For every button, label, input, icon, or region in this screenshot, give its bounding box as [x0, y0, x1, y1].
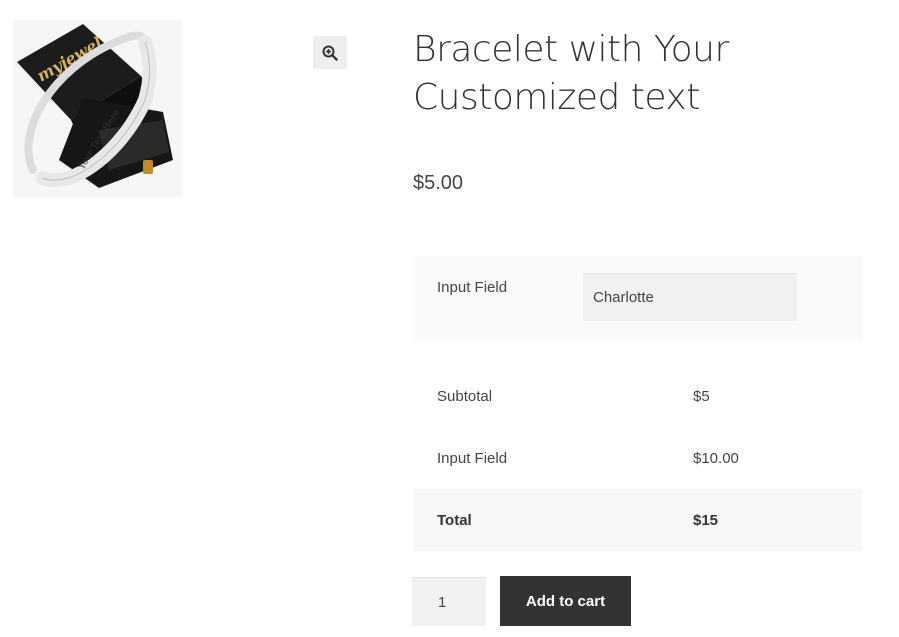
zoom-in-icon	[322, 45, 338, 61]
totals-row-addon: Input Field $10.00	[413, 427, 862, 489]
totals-value: $5	[693, 387, 710, 405]
totals-value: $10.00	[693, 449, 739, 467]
product-title: Bracelet with Your Customized text	[413, 29, 729, 118]
totals-label: Input Field	[437, 449, 508, 467]
addon-field-label: Input Field	[437, 279, 508, 296]
product-price: $5.00	[413, 172, 464, 194]
bracelet-box-illustration: myjewel Your Text Here	[13, 20, 182, 197]
price-totals-table: Subtotal $5 Input Field $10.00 Total $15	[413, 365, 862, 551]
totals-row-total: Total $15	[413, 489, 862, 551]
quantity-input[interactable]	[412, 577, 486, 626]
totals-label: Total	[437, 511, 472, 529]
totals-row-subtotal: Subtotal $5	[413, 365, 862, 427]
totals-value: $15	[693, 511, 719, 529]
product-image[interactable]: myjewel Your Text Here	[13, 20, 182, 197]
zoom-button[interactable]	[313, 36, 347, 69]
add-to-cart-button[interactable]: Add to cart	[500, 576, 631, 626]
addon-text-input[interactable]	[583, 273, 797, 321]
addon-field-panel: Input Field	[413, 256, 862, 340]
totals-label: Subtotal	[437, 387, 493, 405]
